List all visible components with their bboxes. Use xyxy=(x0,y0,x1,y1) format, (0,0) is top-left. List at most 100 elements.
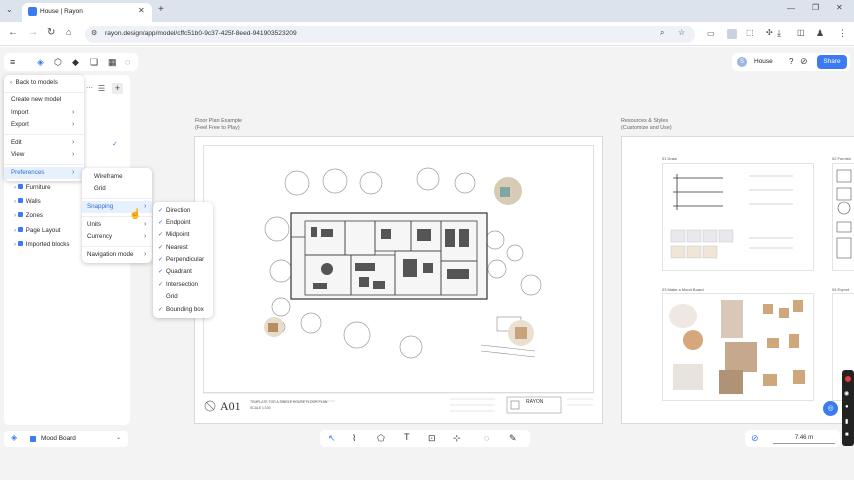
right-toolbar: S House ? ⊘ Share xyxy=(732,53,850,71)
menu-label: Create new model xyxy=(11,96,62,103)
view-item[interactable]: View › xyxy=(4,149,84,161)
address-bar[interactable]: ⚙ rayon.design/app/model/cffc51b0-9c37-4… xyxy=(85,26,695,43)
measure-tool-icon[interactable]: ⊹ xyxy=(453,433,461,444)
snap-grid-item[interactable]: Grid xyxy=(153,291,213,303)
layer-imported-blocks[interactable]: › Imported blocks xyxy=(14,241,69,248)
menu-divider xyxy=(82,198,152,199)
avatar[interactable]: S xyxy=(737,57,747,67)
text-tool-icon[interactable]: T xyxy=(404,432,410,442)
screenshot-icon[interactable]: ⬚ xyxy=(746,28,754,37)
snap-endpoint-item[interactable]: ✓ Endpoint xyxy=(153,217,213,229)
layer-furniture[interactable]: › Furniture xyxy=(14,184,51,191)
forward-arrow-icon[interactable]: → xyxy=(28,27,38,38)
paint-bucket-icon[interactable]: ◆ xyxy=(72,57,79,67)
currency-item[interactable]: Currency › xyxy=(82,231,152,243)
site-info-icon[interactable]: ⚙ xyxy=(91,29,97,37)
edit-item[interactable]: Edit › xyxy=(4,137,84,149)
menu-divider xyxy=(82,216,152,217)
stop-icon[interactable]: ■ xyxy=(845,432,849,438)
menu-divider xyxy=(82,246,152,247)
extension-icon[interactable] xyxy=(727,29,737,39)
download-icon[interactable]: ⤓ xyxy=(777,28,781,39)
camera-icon[interactable]: ◉ xyxy=(844,390,849,397)
window-minimize-icon[interactable]: — xyxy=(787,4,795,13)
table-icon[interactable]: ▦ xyxy=(108,57,117,67)
export-item[interactable]: Export › xyxy=(4,119,84,131)
board-dropdown-icon[interactable]: ⌄ xyxy=(116,434,121,441)
browser-tab-house[interactable]: House | Rayon ✕ xyxy=(22,3,152,22)
layers-stack-icon[interactable]: ◈ xyxy=(11,433,17,442)
navigation-mode-item[interactable]: Navigation mode › xyxy=(82,249,152,261)
layer-walls[interactable]: › Walls xyxy=(14,198,41,205)
panel-list-icon[interactable]: ☰ xyxy=(98,84,105,93)
snap-nearest-item[interactable]: ✓ Nearest xyxy=(153,242,213,254)
wireframe-item[interactable]: Wireframe xyxy=(82,171,152,183)
panel-more-icon[interactable]: ⋯ xyxy=(86,84,93,92)
cast-icon[interactable]: ▭ xyxy=(707,29,715,38)
layer-name: Zones xyxy=(25,212,43,219)
mouse-pointer-icon: ☝ xyxy=(129,209,142,220)
hamburger-menu-icon[interactable]: ≡ xyxy=(10,57,15,67)
pause-icon[interactable]: ▮ xyxy=(845,418,848,425)
menu-label: Edit xyxy=(11,139,22,146)
snap-bounding-box-item[interactable]: ✓ Bounding box xyxy=(153,304,213,316)
bottom-left-bar: ◈ Mood Board ⌄ xyxy=(4,431,128,447)
new-tab-icon[interactable]: + xyxy=(158,4,164,15)
home-icon[interactable]: ⌂ xyxy=(66,27,71,37)
moodboard-panel xyxy=(662,293,814,401)
tab-close-icon[interactable]: ✕ xyxy=(138,6,145,15)
mic-icon[interactable]: ● xyxy=(845,404,849,410)
help-button[interactable]: ? xyxy=(789,57,793,66)
back-arrow-icon[interactable]: ← xyxy=(8,27,18,38)
zoom-search-icon[interactable]: ⌕ xyxy=(660,28,664,38)
select-cursor-icon[interactable]: ↖ xyxy=(328,433,336,444)
snapping-toggle-icon[interactable]: ⊘ xyxy=(751,433,759,444)
record-icon[interactable] xyxy=(845,376,851,382)
menu-label: Preferences xyxy=(11,169,45,176)
puzzle-extensions-icon[interactable]: ✣ xyxy=(766,28,773,37)
layer-zones[interactable]: › Zones xyxy=(14,212,43,219)
profile-icon[interactable]: ♟ xyxy=(816,28,824,39)
grid-item[interactable]: Grid xyxy=(82,183,152,195)
reload-icon[interactable]: ↻ xyxy=(47,27,55,38)
board-selector[interactable]: Mood Board xyxy=(41,435,76,442)
tab-list-chevron-icon[interactable]: ⌄ xyxy=(6,5,13,14)
snap-quadrant-item[interactable]: ✓ Quadrant xyxy=(153,266,213,278)
layer-name: Furniture xyxy=(25,184,51,191)
sheet1-subtitle: (Feel Free to Play) xyxy=(195,125,240,131)
comment-icon[interactable]: ◌ xyxy=(125,57,130,67)
pen-tool-icon[interactable]: ✎ xyxy=(509,433,517,444)
measurement-display[interactable]: 7.46 m xyxy=(773,433,835,444)
bookmark-star-icon[interactable]: ☆ xyxy=(678,28,685,37)
import-item[interactable]: Import › xyxy=(4,107,84,119)
browser-menu-icon[interactable]: ⋮ xyxy=(838,28,847,39)
snapping-item[interactable]: Snapping › xyxy=(82,201,152,213)
share-button[interactable]: Share xyxy=(817,55,847,69)
menu-divider xyxy=(4,134,84,135)
layer-page-layout[interactable]: › Page Layout xyxy=(14,227,61,234)
window-restore-icon[interactable]: ❐ xyxy=(812,3,819,12)
preferences-item[interactable]: Preferences › xyxy=(4,167,84,179)
shape-tool-icon[interactable]: ⬠ xyxy=(377,433,385,444)
cube-icon[interactable]: ⬡ xyxy=(54,57,62,67)
snap-intersection-item[interactable]: ✓ Intersection xyxy=(153,279,213,291)
polyline-tool-icon[interactable]: ⌇ xyxy=(352,433,356,444)
layers-icon[interactable]: ◈ xyxy=(37,57,44,67)
comment-tool-icon[interactable]: ◌ xyxy=(484,433,489,443)
pages-icon[interactable]: ❏ xyxy=(90,57,98,67)
back-to-models-item[interactable]: ‹ Back to models xyxy=(4,77,84,89)
create-new-model-item[interactable]: Create new model xyxy=(4,94,84,106)
panel-add-icon[interactable]: + xyxy=(112,83,123,94)
frame-tool-icon[interactable]: ⊡ xyxy=(428,433,436,444)
chat-support-icon[interactable]: ◎ xyxy=(823,401,838,416)
units-item[interactable]: Units › xyxy=(82,219,152,231)
snap-midpoint-item[interactable]: ✓ Midpoint xyxy=(153,229,213,241)
sidepanel-icon[interactable]: ◫ xyxy=(797,28,805,37)
snap-direction-item[interactable]: ✓ Direction xyxy=(153,205,213,217)
floor-plan-sheet[interactable]: A01 TEMPLATE FOR A SINGLE HOUSE FLOOR PL… xyxy=(194,136,603,424)
project-name[interactable]: House xyxy=(754,58,773,65)
back-chevron-icon: ‹ xyxy=(10,79,13,86)
snap-perpendicular-item[interactable]: ✓ Perpendicular xyxy=(153,254,213,266)
resources-sheet[interactable]: 01 Draw 02 Furnish 03 Make a Mood Board … xyxy=(621,136,854,424)
window-close-icon[interactable]: ✕ xyxy=(836,3,843,12)
